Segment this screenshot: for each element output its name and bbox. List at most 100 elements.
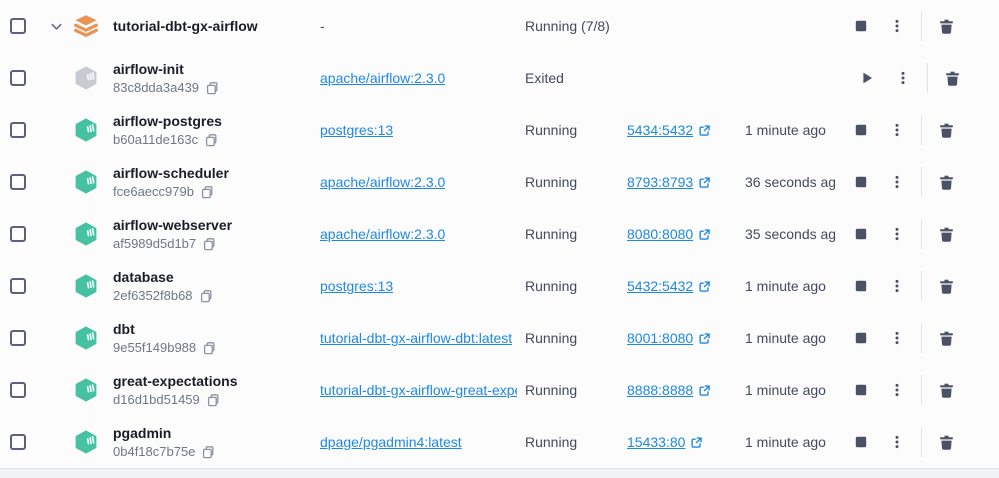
delete-button[interactable] — [937, 63, 967, 93]
external-link-icon[interactable] — [698, 280, 711, 293]
row-checkbox[interactable] — [10, 434, 26, 450]
container-cube-icon — [72, 376, 100, 404]
image-link[interactable]: postgres:13 — [320, 278, 393, 294]
container-cube-icon — [72, 272, 100, 300]
kebab-menu-icon — [889, 434, 905, 450]
image-link[interactable]: tutorial-dbt-gx-airflow-great-expectatio… — [320, 382, 517, 398]
copy-icon[interactable] — [205, 81, 219, 95]
delete-button[interactable] — [931, 323, 961, 353]
external-link-icon[interactable] — [698, 124, 711, 137]
container-row[interactable]: great-expectations d16d1bd51459 tutorial… — [0, 364, 999, 416]
kebab-menu-button[interactable] — [882, 219, 912, 249]
container-row[interactable]: airflow-scheduler fce6aecc979b apache/ai… — [0, 156, 999, 208]
kebab-menu-button[interactable] — [882, 167, 912, 197]
ports-link[interactable]: 8001:8080 — [627, 330, 693, 346]
row-checkbox[interactable] — [10, 382, 26, 398]
copy-icon[interactable] — [202, 237, 216, 251]
group-checkbox[interactable] — [10, 18, 26, 34]
compose-group-row[interactable]: tutorial-dbt-gx-airflow - Running (7/8) — [0, 0, 999, 52]
trash-icon — [938, 18, 955, 35]
actions-divider — [927, 63, 928, 93]
stop-button[interactable] — [846, 271, 876, 301]
stop-button[interactable] — [846, 427, 876, 457]
container-id: fce6aecc979b — [113, 184, 194, 200]
started-text: 1 minute ago — [745, 122, 826, 138]
stop-button[interactable] — [846, 375, 876, 405]
stop-icon — [853, 122, 869, 138]
kebab-menu-icon — [889, 122, 905, 138]
chevron-down-icon[interactable] — [50, 20, 63, 33]
row-checkbox[interactable] — [10, 278, 26, 294]
kebab-menu-button[interactable] — [882, 375, 912, 405]
row-checkbox[interactable] — [10, 226, 26, 242]
kebab-menu-button[interactable] — [888, 63, 918, 93]
kebab-menu-button[interactable] — [882, 11, 912, 41]
ports-link[interactable]: 8888:8888 — [627, 382, 693, 398]
delete-button[interactable] — [931, 375, 961, 405]
row-checkbox[interactable] — [10, 122, 26, 138]
image-link[interactable]: postgres:13 — [320, 122, 393, 138]
external-link-icon[interactable] — [690, 436, 703, 449]
container-row[interactable]: airflow-init 83c8dda3a439 apache/airflow… — [0, 52, 999, 104]
container-name: airflow-init — [113, 60, 219, 78]
delete-button[interactable] — [931, 167, 961, 197]
container-row[interactable]: dbt 9e55f149b988 tutorial-dbt-gx-airflow… — [0, 312, 999, 364]
stop-icon — [853, 434, 869, 450]
copy-icon[interactable] — [204, 133, 218, 147]
copy-icon[interactable] — [199, 289, 213, 303]
delete-button[interactable] — [931, 427, 961, 457]
external-link-icon[interactable] — [698, 384, 711, 397]
delete-button[interactable] — [931, 11, 961, 41]
image-link[interactable]: apache/airflow:2.3.0 — [320, 70, 445, 86]
kebab-menu-button[interactable] — [882, 115, 912, 145]
image-link[interactable]: tutorial-dbt-gx-airflow-dbt:latest — [320, 330, 512, 346]
stop-button[interactable] — [846, 115, 876, 145]
container-row[interactable]: airflow-postgres b60a11de163c postgres:1… — [0, 104, 999, 156]
kebab-menu-icon — [895, 70, 911, 86]
stop-icon — [853, 174, 869, 190]
ports-link[interactable]: 5434:5432 — [627, 122, 693, 138]
container-row[interactable]: database 2ef6352f8b68 postgres:13 Runnin… — [0, 260, 999, 312]
copy-icon[interactable] — [201, 445, 215, 459]
container-id: 9e55f149b988 — [113, 340, 196, 356]
row-checkbox[interactable] — [10, 330, 26, 346]
container-cube-icon — [72, 428, 100, 456]
stop-button[interactable] — [846, 323, 876, 353]
delete-button[interactable] — [931, 271, 961, 301]
stop-button[interactable] — [846, 219, 876, 249]
external-link-icon[interactable] — [698, 228, 711, 241]
group-status-text: Running (7/8) — [525, 18, 610, 34]
copy-icon[interactable] — [206, 393, 220, 407]
actions-divider — [921, 11, 922, 41]
stop-button[interactable] — [846, 167, 876, 197]
kebab-menu-button[interactable] — [882, 323, 912, 353]
status-text: Running — [525, 382, 577, 398]
group-image-placeholder: - — [320, 18, 325, 34]
container-row[interactable]: pgadmin 0b4f18c7b75e dpage/pgadmin4:late… — [0, 416, 999, 468]
status-text: Running — [525, 226, 577, 242]
actions-divider — [921, 271, 922, 301]
image-link[interactable]: apache/airflow:2.3.0 — [320, 174, 445, 190]
start-button[interactable] — [852, 63, 882, 93]
compose-group-name: tutorial-dbt-gx-airflow — [113, 17, 258, 35]
ports-link[interactable]: 8793:8793 — [627, 174, 693, 190]
external-link-icon[interactable] — [698, 176, 711, 189]
kebab-menu-button[interactable] — [882, 271, 912, 301]
image-link[interactable]: dpage/pgadmin4:latest — [320, 434, 462, 450]
row-checkbox[interactable] — [10, 174, 26, 190]
copy-icon[interactable] — [200, 185, 214, 199]
image-link[interactable]: apache/airflow:2.3.0 — [320, 226, 445, 242]
container-row[interactable]: airflow-webserver af5989d5d1b7 apache/ai… — [0, 208, 999, 260]
stop-button[interactable] — [846, 11, 876, 41]
container-id: 83c8dda3a439 — [113, 80, 199, 96]
kebab-menu-button[interactable] — [882, 427, 912, 457]
actions-divider — [921, 427, 922, 457]
copy-icon[interactable] — [202, 341, 216, 355]
delete-button[interactable] — [931, 219, 961, 249]
ports-link[interactable]: 8080:8080 — [627, 226, 693, 242]
external-link-icon[interactable] — [698, 332, 711, 345]
delete-button[interactable] — [931, 115, 961, 145]
ports-link[interactable]: 15433:80 — [627, 434, 685, 450]
ports-link[interactable]: 5432:5432 — [627, 278, 693, 294]
row-checkbox[interactable] — [10, 70, 26, 86]
